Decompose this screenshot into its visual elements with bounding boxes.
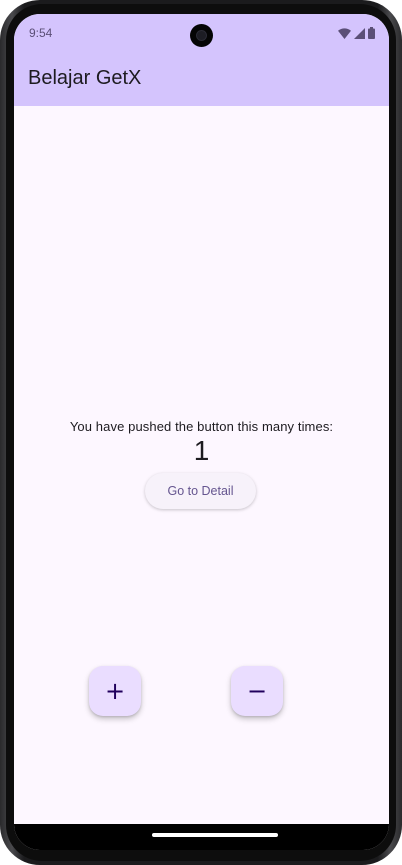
battery-icon: [368, 27, 375, 39]
go-to-detail-button[interactable]: Go to Detail: [145, 473, 256, 509]
increment-button[interactable]: +: [89, 666, 141, 716]
status-icons: [338, 26, 375, 40]
front-camera: [190, 24, 213, 47]
plus-icon: +: [104, 677, 126, 705]
minus-icon: −: [246, 677, 268, 705]
status-time: 9:54: [29, 26, 53, 40]
counter-message: You have pushed the button this many tim…: [69, 419, 334, 434]
phone-frame: 9:54 Belajar GetX You have pushed the bu…: [0, 0, 402, 865]
screen: 9:54 Belajar GetX You have pushed the bu…: [14, 14, 389, 850]
home-gesture-handle[interactable]: [152, 833, 278, 837]
counter-value: 1: [193, 435, 210, 466]
main-content: You have pushed the button this many tim…: [14, 106, 389, 824]
app-title: Belajar GetX: [28, 67, 142, 89]
decrement-button[interactable]: −: [231, 666, 283, 716]
signal-icon: [354, 27, 365, 39]
navigation-bar: [14, 824, 389, 850]
app-bar: Belajar GetX: [14, 54, 389, 106]
status-bar: 9:54: [14, 14, 389, 54]
wifi-icon: [338, 27, 351, 39]
